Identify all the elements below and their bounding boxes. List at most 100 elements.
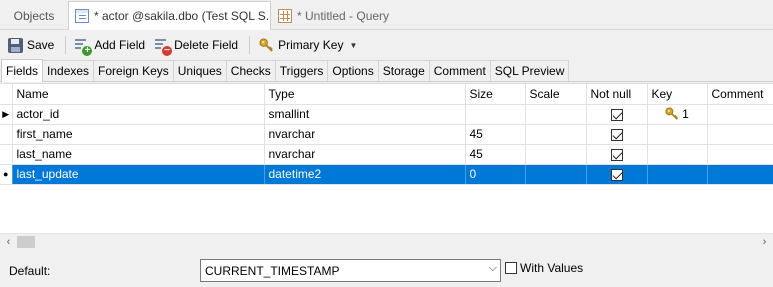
tab-fields[interactable]: Fields xyxy=(1,59,44,82)
with-values-checkbox[interactable] xyxy=(505,262,517,274)
table-row-selected[interactable]: ● last_update datetime2 0 xyxy=(0,164,773,185)
not-null-checkbox[interactable] xyxy=(610,148,623,161)
column-header[interactable]: Not null xyxy=(586,84,648,105)
field-name-cell[interactable]: actor_id xyxy=(12,104,265,125)
tab-indexes[interactable]: Indexes xyxy=(42,60,95,81)
field-scale-cell[interactable] xyxy=(525,144,587,165)
field-size-cell[interactable] xyxy=(465,104,526,125)
not-null-checkbox[interactable] xyxy=(610,108,623,121)
scroll-right-icon[interactable]: › xyxy=(756,234,773,251)
tab-options[interactable]: Options xyxy=(327,60,379,81)
primary-key-label: Primary Key xyxy=(278,38,344,52)
key-icon xyxy=(665,107,679,120)
tab-label: Triggers xyxy=(279,64,324,78)
tab-label: Foreign Keys xyxy=(98,64,169,78)
row-arrow-indicator: ▶ xyxy=(0,104,13,125)
field-type-cell[interactable]: nvarchar xyxy=(264,124,466,145)
field-type-cell[interactable]: smallint xyxy=(264,104,466,125)
not-null-cell[interactable] xyxy=(586,164,648,185)
field-comment-cell[interactable] xyxy=(707,164,773,185)
field-type-cell[interactable]: datetime2 xyxy=(264,164,466,185)
tab-uniques[interactable]: Uniques xyxy=(172,60,227,81)
save-button[interactable]: Save xyxy=(5,33,57,57)
table-row[interactable]: first_name nvarchar 45 xyxy=(0,124,773,145)
tab-foreign-keys[interactable]: Foreign Keys xyxy=(93,60,174,81)
tab-triggers[interactable]: Triggers xyxy=(274,60,329,81)
field-scale-cell[interactable] xyxy=(525,104,587,125)
field-name-cell[interactable]: last_name xyxy=(12,144,265,165)
table-row[interactable]: ▶ actor_id smallint 1 xyxy=(0,104,773,125)
tab-label: Comment xyxy=(433,64,486,78)
chevron-down-icon[interactable]: ⌵ xyxy=(489,262,497,275)
row-indicator xyxy=(0,124,13,145)
table-design-icon xyxy=(75,9,89,23)
field-size-cell[interactable]: 45 xyxy=(465,144,526,165)
field-name-cell[interactable]: last_update xyxy=(12,164,265,185)
tab-comment[interactable]: Comment xyxy=(428,60,491,81)
column-header[interactable]: Size xyxy=(465,84,526,105)
tab-label: Options xyxy=(332,64,374,78)
key-cell[interactable] xyxy=(647,124,708,145)
tab-checks[interactable]: Checks xyxy=(225,60,276,81)
with-values-option[interactable]: With Values xyxy=(505,261,583,275)
column-header[interactable]: Scale xyxy=(525,84,587,105)
tab-objects[interactable]: Objects xyxy=(0,2,68,29)
field-comment-cell[interactable] xyxy=(707,124,773,145)
tab-query-label: * Untitled - Query xyxy=(297,8,390,23)
tab-untitled-query[interactable]: * Untitled - Query xyxy=(272,2,462,29)
field-size-cell[interactable]: 0 xyxy=(465,164,526,185)
key-cell[interactable] xyxy=(647,144,708,165)
row-indicator xyxy=(0,144,13,165)
tab-label: Storage xyxy=(382,64,425,78)
not-null-checkbox[interactable] xyxy=(610,168,623,181)
tab-actor-label: * actor @sakila.dbo (Test SQL S... xyxy=(94,9,271,23)
tab-storage[interactable]: Storage xyxy=(377,60,430,81)
key-order: 1 xyxy=(682,107,689,121)
not-null-cell[interactable] xyxy=(586,144,648,165)
tab-label: Fields xyxy=(6,64,39,78)
default-value-row: Default: CURRENT_TIMESTAMP ⌵ With Values xyxy=(0,256,773,284)
save-icon xyxy=(8,37,23,53)
column-header[interactable]: Name xyxy=(12,84,265,105)
table-row[interactable]: last_name nvarchar 45 xyxy=(0,144,773,165)
tab-sql-preview[interactable]: SQL Preview xyxy=(489,60,570,81)
property-tab-bar: Fields Indexes Foreign Keys Uniques Chec… xyxy=(0,59,773,82)
tab-actor-design[interactable]: * actor @sakila.dbo (Test SQL S... xyxy=(68,1,271,30)
tab-label: Indexes xyxy=(47,64,90,78)
tab-label: Checks xyxy=(230,64,271,78)
field-size-cell[interactable]: 45 xyxy=(465,124,526,145)
not-null-checkbox[interactable] xyxy=(610,128,623,141)
add-field-button[interactable]: Add Field xyxy=(72,33,148,57)
tab-label: SQL Preview xyxy=(494,64,565,78)
default-label: Default: xyxy=(9,264,51,278)
save-label: Save xyxy=(27,38,55,52)
field-comment-cell[interactable] xyxy=(707,104,773,125)
tab-label: Uniques xyxy=(177,64,222,78)
field-comment-cell[interactable] xyxy=(707,144,773,165)
field-type-cell[interactable]: nvarchar xyxy=(264,144,466,165)
toolbar-separator xyxy=(65,36,67,54)
delete-field-icon xyxy=(155,37,173,56)
add-field-icon xyxy=(75,37,93,56)
horizontal-scrollbar[interactable]: ‹ › xyxy=(0,233,773,250)
delete-field-button[interactable]: Delete Field xyxy=(152,33,241,57)
column-header[interactable]: Comment xyxy=(707,84,773,105)
field-scale-cell[interactable] xyxy=(525,124,587,145)
scroll-left-icon[interactable]: ‹ xyxy=(0,234,17,251)
column-header[interactable]: Type xyxy=(264,84,466,105)
scrollbar-thumb[interactable] xyxy=(17,236,35,248)
not-null-cell[interactable] xyxy=(586,124,648,145)
with-values-label: With Values xyxy=(520,261,584,275)
field-scale-cell[interactable] xyxy=(525,164,587,185)
default-value-combobox[interactable]: CURRENT_TIMESTAMP ⌵ xyxy=(200,259,501,282)
key-cell[interactable]: 1 xyxy=(647,104,708,125)
key-cell[interactable] xyxy=(647,164,708,185)
column-header[interactable]: Key xyxy=(647,84,708,105)
field-name-cell[interactable]: first_name xyxy=(12,124,265,145)
document-tab-bar: Objects * actor @sakila.dbo (Test SQL S.… xyxy=(0,0,773,30)
not-null-cell[interactable] xyxy=(586,104,648,125)
primary-key-button[interactable]: Primary Key ▼ xyxy=(256,33,360,57)
grid-header-row: Name Type Size Scale Not null Key Commen… xyxy=(0,84,773,105)
chevron-down-icon[interactable]: ▼ xyxy=(349,41,357,50)
fields-grid[interactable]: Name Type Size Scale Not null Key Commen… xyxy=(0,83,773,233)
